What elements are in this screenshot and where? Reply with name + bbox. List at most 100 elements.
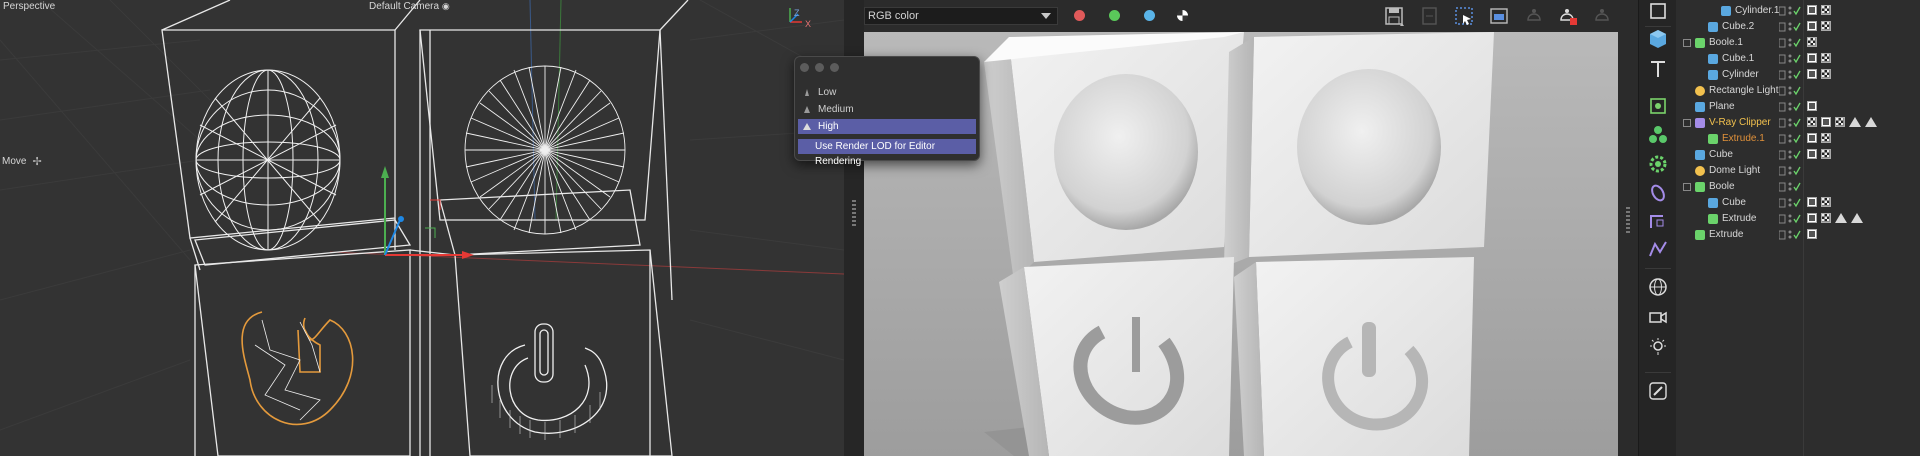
- object-name[interactable]: Dome Light: [1709, 163, 1760, 179]
- perspective-viewport[interactable]: Perspective Default Camera ◉ Z X Move ✢: [0, 0, 844, 456]
- phong-tag-icon[interactable]: [1807, 133, 1817, 143]
- region-render-icon[interactable]: [1454, 6, 1474, 26]
- lod-medium-option[interactable]: Medium: [798, 102, 976, 117]
- text-icon[interactable]: [1647, 58, 1669, 80]
- globe-icon[interactable]: [1647, 276, 1669, 298]
- object-row[interactable]: Cylinder: [1676, 67, 1920, 83]
- object-name[interactable]: Rectangle Light: [1709, 83, 1779, 99]
- save-icon[interactable]: [1384, 6, 1404, 26]
- interactive-region-icon[interactable]: [1489, 6, 1509, 26]
- blue-channel-button[interactable]: [1144, 10, 1155, 21]
- object-name[interactable]: Cylinder.1: [1735, 3, 1779, 19]
- minimize-icon[interactable]: [815, 63, 824, 72]
- visibility-dots-icon[interactable]: [1778, 70, 1801, 80]
- object-row[interactable]: Plane: [1676, 99, 1920, 115]
- render-side-grip[interactable]: [1626, 207, 1630, 235]
- green-channel-button[interactable]: [1109, 10, 1120, 21]
- material-tag-icon[interactable]: [1807, 117, 1817, 127]
- phong-tag-icon[interactable]: [1821, 117, 1831, 127]
- object-name[interactable]: Plane: [1709, 99, 1735, 115]
- hypernurbs-icon[interactable]: [1647, 238, 1669, 260]
- cube-icon[interactable]: [1647, 28, 1669, 50]
- spline-icon[interactable]: [1647, 210, 1669, 232]
- object-name[interactable]: Boole: [1709, 179, 1735, 195]
- object-row[interactable]: Cube: [1676, 195, 1920, 211]
- select-icon[interactable]: [1647, 1, 1669, 23]
- red-channel-button[interactable]: [1074, 10, 1085, 21]
- object-name[interactable]: Cube: [1722, 195, 1746, 211]
- vray-tag-icon[interactable]: [1851, 213, 1863, 223]
- phong-tag-icon[interactable]: [1807, 197, 1817, 207]
- phong-tag-icon[interactable]: [1807, 101, 1817, 111]
- expand-toggle-icon[interactable]: [1683, 119, 1691, 127]
- lod-low-option[interactable]: Low: [798, 85, 976, 100]
- object-row[interactable]: Extrude.1: [1676, 131, 1920, 147]
- phong-tag-icon[interactable]: [1807, 21, 1817, 31]
- visibility-dots-icon[interactable]: [1778, 182, 1801, 192]
- object-row[interactable]: Dome Light: [1676, 163, 1920, 179]
- material-tag-icon[interactable]: [1821, 21, 1831, 31]
- camera-icon[interactable]: [1647, 306, 1669, 328]
- ipr-pause-icon[interactable]: [1592, 6, 1612, 26]
- cloner-icon[interactable]: [1647, 124, 1669, 146]
- material-tag-icon[interactable]: [1821, 197, 1831, 207]
- object-row[interactable]: Extrude: [1676, 211, 1920, 227]
- object-row[interactable]: V-Ray Clipper: [1676, 115, 1920, 131]
- visibility-dots-icon[interactable]: [1778, 6, 1801, 16]
- object-row[interactable]: Extrude: [1676, 227, 1920, 243]
- visibility-dots-icon[interactable]: [1778, 214, 1801, 224]
- object-name[interactable]: Extrude.1: [1722, 131, 1765, 147]
- divider-grip[interactable]: [852, 200, 856, 228]
- visibility-dots-icon[interactable]: [1778, 86, 1801, 96]
- popup-titlebar[interactable]: [795, 57, 979, 77]
- material-tag-icon[interactable]: [1821, 69, 1831, 79]
- object-name[interactable]: V-Ray Clipper: [1709, 115, 1771, 131]
- close-icon[interactable]: [800, 63, 809, 72]
- object-name[interactable]: Cylinder: [1722, 67, 1759, 83]
- phong-tag-icon[interactable]: [1807, 69, 1817, 79]
- object-name[interactable]: Cube.1: [1722, 51, 1754, 67]
- phong-tag-icon[interactable]: [1807, 229, 1817, 239]
- save-new-icon[interactable]: [1420, 6, 1440, 26]
- lod-high-option[interactable]: High: [798, 119, 976, 134]
- visibility-dots-icon[interactable]: [1778, 38, 1801, 48]
- viewport-title[interactable]: Perspective: [3, 1, 55, 12]
- visibility-dots-icon[interactable]: [1778, 22, 1801, 32]
- material-tag-icon[interactable]: [1821, 149, 1831, 159]
- expand-toggle-icon[interactable]: [1683, 183, 1691, 191]
- vray-tag-icon[interactable]: [1835, 213, 1847, 223]
- object-row[interactable]: Cube.1: [1676, 51, 1920, 67]
- object-name[interactable]: Boole.1: [1709, 35, 1743, 51]
- camera-label[interactable]: Default Camera ◉: [369, 1, 450, 12]
- light-icon[interactable]: [1647, 336, 1669, 358]
- generator-icon[interactable]: [1647, 95, 1669, 117]
- visibility-dots-icon[interactable]: [1778, 134, 1801, 144]
- visibility-dots-icon[interactable]: [1778, 230, 1801, 240]
- visibility-dots-icon[interactable]: [1778, 54, 1801, 64]
- channel-select[interactable]: RGB color: [864, 7, 1058, 25]
- object-row[interactable]: Cube: [1676, 147, 1920, 163]
- expand-toggle-icon[interactable]: [1683, 39, 1691, 47]
- vray-tag-icon[interactable]: [1849, 117, 1861, 127]
- material-tag-icon[interactable]: [1821, 5, 1831, 15]
- alpha-channel-button[interactable]: [1177, 10, 1188, 21]
- render-side-bar[interactable]: [1618, 32, 1638, 456]
- object-row[interactable]: Cylinder.1: [1676, 3, 1920, 19]
- phong-tag-icon[interactable]: [1807, 5, 1817, 15]
- ipr-start-icon[interactable]: [1524, 6, 1544, 26]
- visibility-dots-icon[interactable]: [1778, 118, 1801, 128]
- material-tag-icon[interactable]: [1821, 53, 1831, 63]
- phong-tag-icon[interactable]: [1807, 149, 1817, 159]
- object-name[interactable]: Cube: [1709, 147, 1733, 163]
- object-name[interactable]: Extrude: [1709, 227, 1743, 243]
- object-name[interactable]: Cube.2: [1722, 19, 1754, 35]
- object-row[interactable]: Boole: [1676, 179, 1920, 195]
- gear-icon[interactable]: [1647, 153, 1669, 175]
- material-tag-icon[interactable]: [1821, 133, 1831, 143]
- object-row[interactable]: Rectangle Light: [1676, 83, 1920, 99]
- ipr-stop-icon[interactable]: [1558, 6, 1578, 26]
- deformer-icon[interactable]: [1647, 182, 1669, 204]
- zoom-icon[interactable]: [830, 63, 839, 72]
- visibility-dots-icon[interactable]: [1778, 198, 1801, 208]
- material-tag-icon[interactable]: [1821, 213, 1831, 223]
